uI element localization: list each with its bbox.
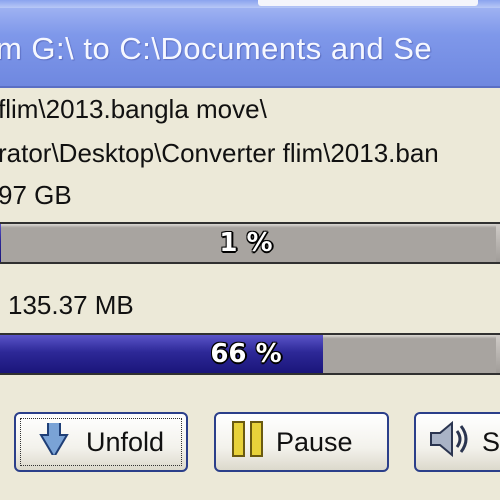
pause-icon	[230, 419, 266, 466]
window-title: m G:\ to C:\Documents and Se	[0, 31, 433, 66]
current-progress-bar: 66 %	[0, 333, 500, 375]
destination-path: rator\Desktop\Converter flim\2013.ban	[0, 138, 439, 168]
source-path: flim\2013.bangla move\	[0, 94, 267, 124]
total-progress-bar: 1 %	[0, 222, 500, 264]
window-title-bar[interactable]: m G:\ to C:\Documents and Se	[0, 0, 500, 88]
current-progress-end-cap	[496, 335, 500, 373]
total-progress-end-cap	[496, 224, 500, 262]
sound-button[interactable]: S	[414, 412, 500, 472]
speaker-icon	[428, 419, 472, 466]
total-progress-label: 1 %	[219, 228, 273, 258]
pause-button-label: Pause	[276, 426, 353, 457]
current-file-size: 135.37 MB	[8, 290, 134, 320]
title-bar-notch	[258, 0, 478, 6]
sound-button-label: S	[482, 426, 500, 457]
unfold-button-label: Unfold	[86, 426, 165, 457]
total-size: 97 GB	[0, 180, 72, 210]
unfold-button[interactable]: Unfold	[14, 412, 188, 472]
pause-button[interactable]: Pause	[214, 412, 389, 472]
current-progress-label: 66 %	[210, 339, 282, 369]
unfold-arrow-icon	[32, 419, 76, 462]
title-bar-top-strip	[0, 0, 500, 8]
